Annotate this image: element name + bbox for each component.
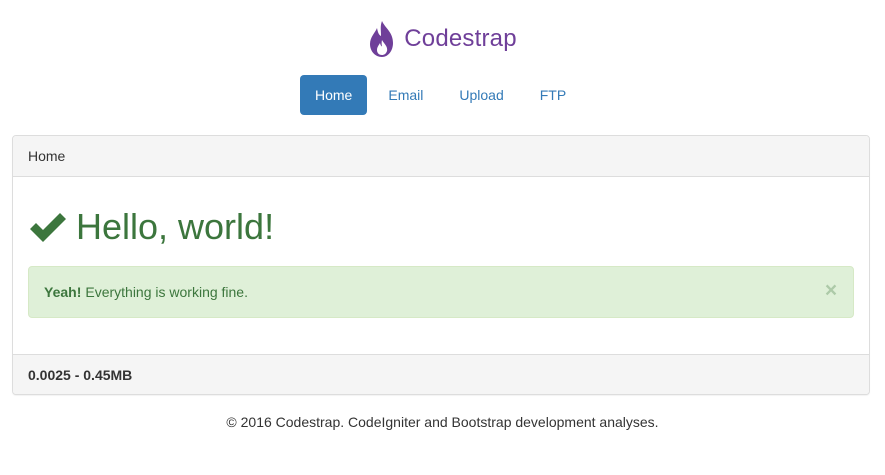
main-nav: Home Email Upload FTP	[300, 75, 587, 115]
panel-heading: Home	[13, 136, 869, 177]
main-panel: Home Hello, world! Yeah! Everything is w…	[12, 135, 870, 395]
panel-heading-title: Home	[28, 148, 66, 164]
panel-body: Hello, world! Yeah! Everything is workin…	[13, 177, 869, 354]
flame-icon	[370, 21, 394, 57]
nav-email[interactable]: Email	[373, 75, 438, 115]
close-icon[interactable]: ×	[822, 280, 840, 302]
success-alert: Yeah! Everything is working fine. ×	[28, 266, 854, 318]
checkmark-icon	[30, 213, 66, 242]
hello-text: Hello, world!	[76, 206, 275, 247]
hello-heading: Hello, world!	[28, 209, 274, 245]
page-footer: © 2016 Codestrap. CodeIgniter and Bootst…	[0, 414, 885, 430]
panel-footer: 0.0025 - 0.45MB	[13, 354, 869, 394]
alert-message: Everything is working fine.	[85, 284, 248, 300]
alert-strong: Yeah!	[44, 284, 82, 300]
render-stats: 0.0025 - 0.45MB	[28, 367, 133, 383]
nav-home[interactable]: Home	[300, 75, 368, 115]
copyright-text: © 2016 Codestrap. CodeIgniter and Bootst…	[226, 414, 659, 430]
nav-ftp[interactable]: FTP	[525, 75, 581, 115]
brand-name: Codestrap	[404, 25, 517, 52]
brand-logo-link[interactable]: Codestrap	[0, 17, 885, 61]
nav-upload[interactable]: Upload	[444, 75, 518, 115]
